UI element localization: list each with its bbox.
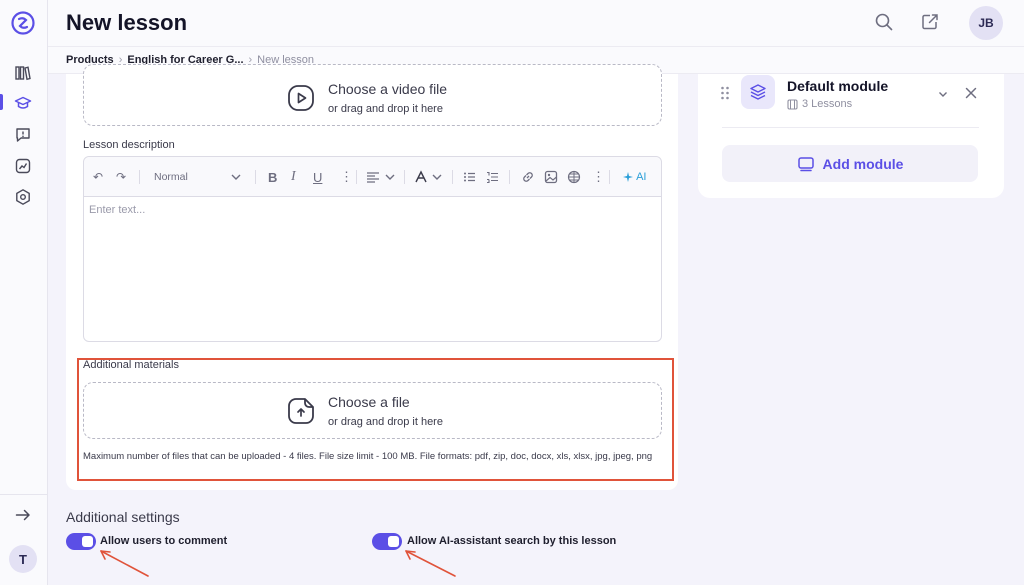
nav-active-indicator [0,94,3,110]
analytics-icon[interactable] [14,157,32,175]
underline-icon[interactable]: U [313,169,322,185]
add-module-label: Add module [822,155,904,172]
allow-ai-search-label: Allow AI-assistant search by this lesson [407,535,617,547]
module-panel: Default module 3 Lessons Add module [698,74,1004,198]
text-color-icon[interactable] [414,169,428,185]
header: New lesson JB [48,0,1024,46]
drag-handle-icon[interactable] [720,85,730,101]
module-layers-icon [741,75,775,109]
more-vertical-icon[interactable]: ⋮ [340,169,353,185]
annotation-arrow [405,550,456,577]
page-title: New lesson [66,10,188,35]
globe-icon[interactable] [567,169,581,185]
toggle-knob [388,536,399,547]
lesson-description-label: Lesson description [83,139,175,151]
sidebar: T [0,0,48,585]
user-avatar[interactable]: JB [969,6,1003,40]
arrow-right-icon[interactable] [14,506,32,524]
highlight-box [77,358,674,481]
image-icon[interactable] [544,169,558,185]
module-title[interactable]: Default module [787,78,888,94]
chat-alert-icon[interactable] [14,126,32,144]
video-dropzone-title: Choose a video file [328,81,448,97]
format-select-value: Normal [154,171,188,183]
module-lessons-label: 3 Lessons [802,98,853,110]
more-vertical-icon[interactable]: ⋮ [592,169,605,185]
annotation-arrow [100,550,149,577]
format-select[interactable]: Normal [154,169,188,185]
ai-label: AI [636,171,647,183]
logo-icon[interactable] [11,11,35,35]
video-dropzone-subtitle: or drag and drop it here [328,103,443,115]
layers-icon [750,84,766,100]
lesson-description-editor: ↶ ↷ Normal B I U ⋮ ⋮ AI Enter text... [83,156,662,342]
undo-icon[interactable]: ↶ [93,169,103,185]
video-dropzone[interactable]: Choose a video file or drag and drop it … [83,64,662,126]
sidebar-divider [0,494,48,495]
allow-comments-toggle[interactable] [66,533,96,550]
editor-toolbar: ↶ ↷ Normal B I U ⋮ ⋮ AI [84,157,661,197]
external-link-icon[interactable] [920,12,940,32]
workspace-avatar[interactable]: T [9,545,37,573]
additional-settings-title: Additional settings [66,509,180,525]
search-icon[interactable] [874,12,894,32]
module-lessons-count: 3 Lessons [787,98,852,110]
graduation-cap-icon[interactable] [14,94,32,112]
play-circle-icon [288,85,314,111]
module-divider [722,127,979,128]
link-icon[interactable] [521,169,535,185]
lessons-icon [787,98,798,110]
chevron-down-icon[interactable] [384,169,396,185]
chevron-down-icon[interactable] [230,169,242,185]
sparkle-icon [623,172,633,182]
close-icon[interactable] [964,86,978,100]
allow-comments-label: Allow users to comment [100,535,228,547]
add-module-button[interactable]: Add module [722,145,978,182]
add-module-icon [797,156,814,171]
toggle-knob [82,536,93,547]
bold-icon[interactable]: B [268,169,277,185]
numbered-list-icon[interactable] [486,169,499,185]
editor-placeholder[interactable]: Enter text... [89,204,145,216]
italic-icon[interactable]: I [291,169,296,185]
chevron-down-icon[interactable] [937,88,949,100]
align-left-icon[interactable] [366,169,380,185]
redo-icon[interactable]: ↷ [116,169,126,185]
library-icon[interactable] [14,64,32,82]
allow-ai-search-toggle[interactable] [372,533,402,550]
ai-assist-button[interactable]: AI [623,169,646,185]
bullet-list-icon[interactable] [463,169,476,185]
settings-icon[interactable] [14,188,32,206]
chevron-down-icon[interactable] [431,169,443,185]
